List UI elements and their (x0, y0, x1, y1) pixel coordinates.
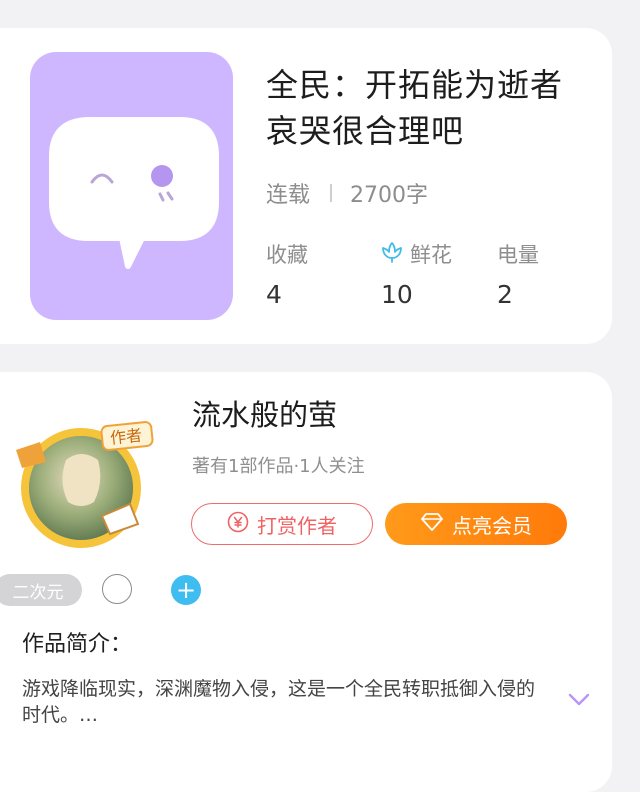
book-title: 全民：开拓能为逝者哀哭很合理吧 (266, 66, 564, 150)
divider (330, 184, 333, 202)
chat-bubble-icon (49, 117, 219, 269)
yuan-coin-icon (227, 511, 249, 538)
stat-power-label: 电量 (497, 243, 539, 267)
activate-vip-label: 点亮会员 (452, 513, 532, 538)
stat-flowers-label: 鲜花 (410, 243, 452, 267)
tip-author-label: 打赏作者 (257, 513, 337, 538)
tag-placeholder-circle[interactable] (102, 574, 132, 604)
plus-icon[interactable]: + (171, 575, 201, 605)
author-badge: 作者 (109, 425, 143, 447)
word-count: 2700字 (350, 183, 429, 208)
intro-text[interactable]: 游戏降临现实，深渊魔物入侵，这是一个全民转职抵御入侵的时代。… (22, 676, 542, 728)
flower-icon (380, 240, 404, 269)
stat-favorites-label: 收藏 (266, 243, 308, 267)
stat-flowers-value: 10 (381, 280, 413, 309)
diamond-icon (420, 512, 444, 537)
author-name[interactable]: 流水般的萤 (192, 392, 337, 434)
chevron-down-icon[interactable] (568, 692, 590, 711)
genre-tag[interactable]: 二次元 (0, 574, 82, 606)
stat-flowers[interactable]: 鲜花 (380, 240, 452, 268)
intro-heading: 作品简介： (22, 632, 133, 657)
book-status: 连载 (266, 183, 311, 208)
author-meta: 著有1部作品·1人关注 (192, 456, 365, 477)
book-cover[interactable] (30, 52, 233, 320)
author-avatar[interactable]: 作者 (6, 420, 156, 550)
stat-power-value: 2 (497, 280, 513, 309)
stat-favorites-value: 4 (266, 280, 282, 309)
activate-vip-button[interactable]: 点亮会员 (385, 503, 567, 545)
book-meta: 连载 2700字 (266, 176, 428, 210)
tip-author-button[interactable]: 打赏作者 (191, 503, 373, 545)
